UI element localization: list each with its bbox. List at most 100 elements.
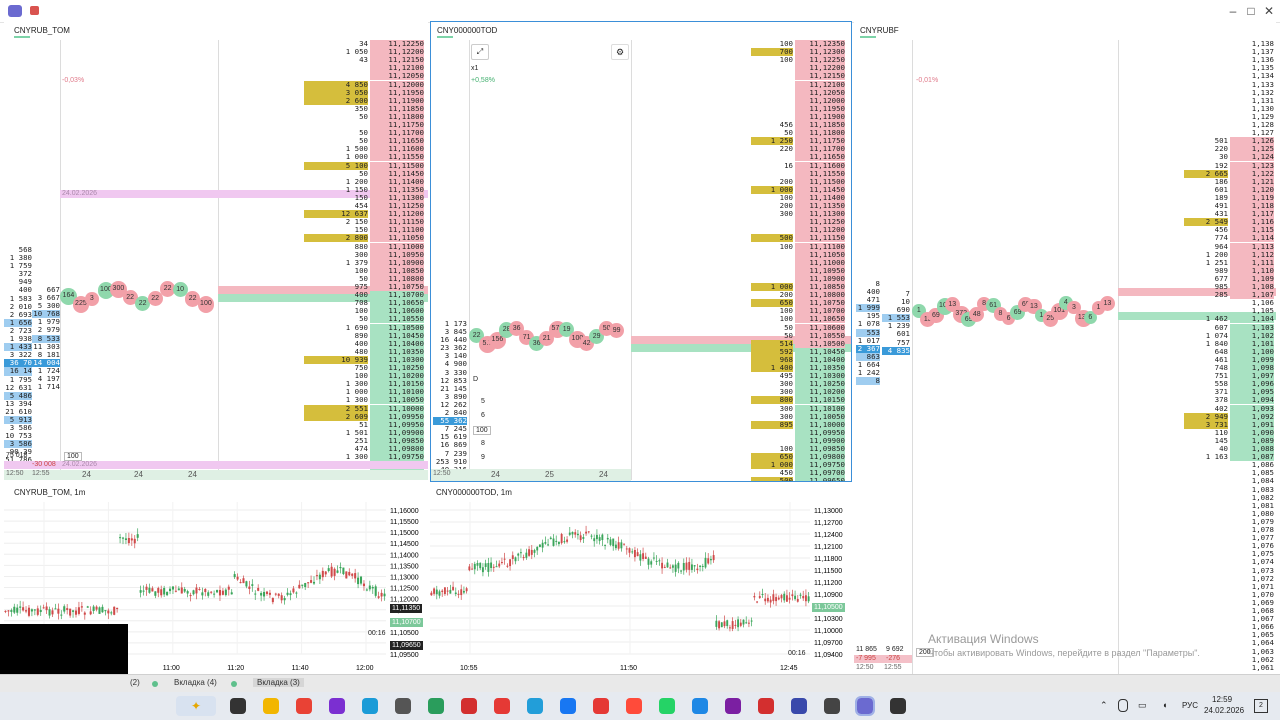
candle-body	[310, 580, 313, 583]
candle-body	[192, 590, 195, 595]
candle-body	[519, 552, 522, 554]
visual-studio-icon[interactable]	[329, 698, 345, 714]
column-count: 24	[134, 470, 143, 479]
orderbook-panel-cny-tod: CNY000000TOD ⤢ ⚙ x1 +0,58% 100 11,12350 70…	[430, 21, 852, 482]
candle-body	[476, 562, 479, 566]
maximize-button[interactable]: □	[1242, 3, 1260, 19]
candle-body	[230, 592, 233, 595]
candle-body	[772, 594, 775, 602]
candle-body	[292, 588, 295, 593]
candle-body	[718, 621, 721, 629]
yandex-browser-icon[interactable]	[626, 698, 642, 714]
candle-body	[213, 593, 216, 595]
candle-body	[89, 611, 92, 615]
level-button[interactable]: 5	[481, 398, 485, 405]
media-icon[interactable]	[725, 698, 741, 714]
level-button[interactable]: 6	[481, 412, 485, 419]
app-icon[interactable]	[560, 698, 576, 714]
yandex-icon[interactable]	[593, 698, 609, 714]
chrome-icon[interactable]	[296, 698, 312, 714]
clock-date[interactable]: 24.02.2026	[1204, 706, 1244, 715]
whatsapp-icon[interactable]	[659, 698, 675, 714]
candle-body	[324, 571, 327, 575]
divider	[60, 40, 61, 480]
candle-body	[201, 592, 204, 596]
level-button[interactable]: 9	[481, 454, 485, 461]
candle-body	[121, 537, 125, 539]
minimize-button[interactable]: –	[1224, 3, 1242, 19]
opera-gx-icon[interactable]	[494, 698, 510, 714]
opera-icon[interactable]	[461, 698, 477, 714]
terminal-icon[interactable]	[428, 698, 444, 714]
clock-time[interactable]: 12:59	[1212, 695, 1232, 704]
edge-icon[interactable]	[362, 698, 378, 714]
footer-level[interactable]: 100	[64, 452, 82, 461]
chart-mode-button[interactable]: ⤢	[471, 44, 489, 60]
time-label: 12:50	[6, 470, 24, 477]
candle-body	[506, 565, 509, 567]
candle-body	[766, 597, 769, 602]
candle-body	[606, 537, 609, 540]
bid-row[interactable]: 500 11,09650	[751, 477, 851, 481]
level-button[interactable]: 100	[473, 426, 491, 435]
candle-body	[522, 556, 525, 559]
tab-vkladka-4[interactable]: Вкладка (4)	[174, 678, 217, 687]
candle-body	[339, 566, 342, 569]
task-view-icon[interactable]	[230, 698, 246, 714]
settings-gear-icon[interactable]: ⚙	[611, 44, 629, 60]
candle-body	[617, 542, 620, 549]
trade-bubbles: 22 5.7 156 28 36 71 36 21 579 19 100 42 29 50 99	[469, 318, 631, 358]
mid-price-tag: 11,10700	[390, 618, 423, 627]
tray-chevron-icon[interactable]: ⌃	[1100, 700, 1108, 711]
tab-2[interactable]: (2)	[130, 678, 140, 687]
candlestick-chart[interactable]: 11,13000 11,12700 11,12400 11,12100 11,11800…	[430, 502, 850, 674]
notifications-icon[interactable]: 2	[1254, 699, 1268, 713]
discord-icon[interactable]	[791, 698, 807, 714]
volume-icon[interactable]: ◖	[1162, 700, 1167, 710]
language-indicator[interactable]: РУС	[1182, 701, 1198, 710]
file-explorer-icon[interactable]	[263, 698, 279, 714]
microphone-icon[interactable]	[1118, 699, 1128, 712]
close-button[interactable]: ✕	[1260, 3, 1278, 19]
candle-body	[473, 563, 476, 570]
candle-body	[148, 587, 151, 593]
candle-body	[517, 553, 520, 556]
candle-body	[248, 586, 251, 589]
price-row[interactable]: 1,061	[1184, 663, 1276, 672]
y-tick-label: 11,09500	[390, 652, 419, 659]
level-button[interactable]: D	[473, 376, 478, 383]
office-icon[interactable]	[758, 698, 774, 714]
order-qty: 300	[779, 209, 793, 219]
chart-cny-tod[interactable]: CNY000000TOD, 1m 11,13000 11,12700 11,1240…	[430, 484, 850, 674]
candle-body	[753, 595, 756, 598]
network-icon[interactable]: ▭	[1138, 700, 1147, 711]
candle-body	[680, 570, 683, 572]
candle-body	[301, 584, 304, 586]
footer-time-band: 12:50 24 25 24	[431, 469, 631, 481]
candle-body	[674, 564, 677, 572]
footer-delta: -30 008	[32, 461, 56, 468]
red-square-icon	[30, 6, 39, 15]
trading-app-icon[interactable]	[855, 696, 875, 716]
tab-vkladka-3[interactable]: Вкладка (3)	[253, 678, 304, 687]
vpn-icon[interactable]	[395, 698, 411, 714]
candle-body	[101, 606, 104, 613]
change-percent: -0,01%	[916, 77, 939, 84]
candle-body	[242, 578, 245, 584]
trade-bubbles: 164 225 3 100 300 22 22 22 22 10 22 100	[60, 278, 220, 318]
calculator-icon[interactable]	[692, 698, 708, 714]
panel-title: CNY000000TOD	[437, 26, 498, 35]
candle-body	[207, 592, 210, 596]
column-count: 24	[491, 470, 500, 479]
telegram-icon[interactable]	[527, 698, 543, 714]
candle-body	[160, 589, 163, 596]
settings-icon[interactable]	[824, 698, 840, 714]
candle-body	[785, 595, 788, 602]
camera-icon[interactable]	[890, 698, 906, 714]
level-button[interactable]: 8	[481, 440, 485, 447]
candle-body	[163, 587, 166, 595]
copilot-icon[interactable]: ✦	[176, 696, 216, 716]
order-qty: 50	[359, 111, 368, 121]
candle-body	[277, 593, 280, 596]
candle-body	[780, 595, 783, 599]
